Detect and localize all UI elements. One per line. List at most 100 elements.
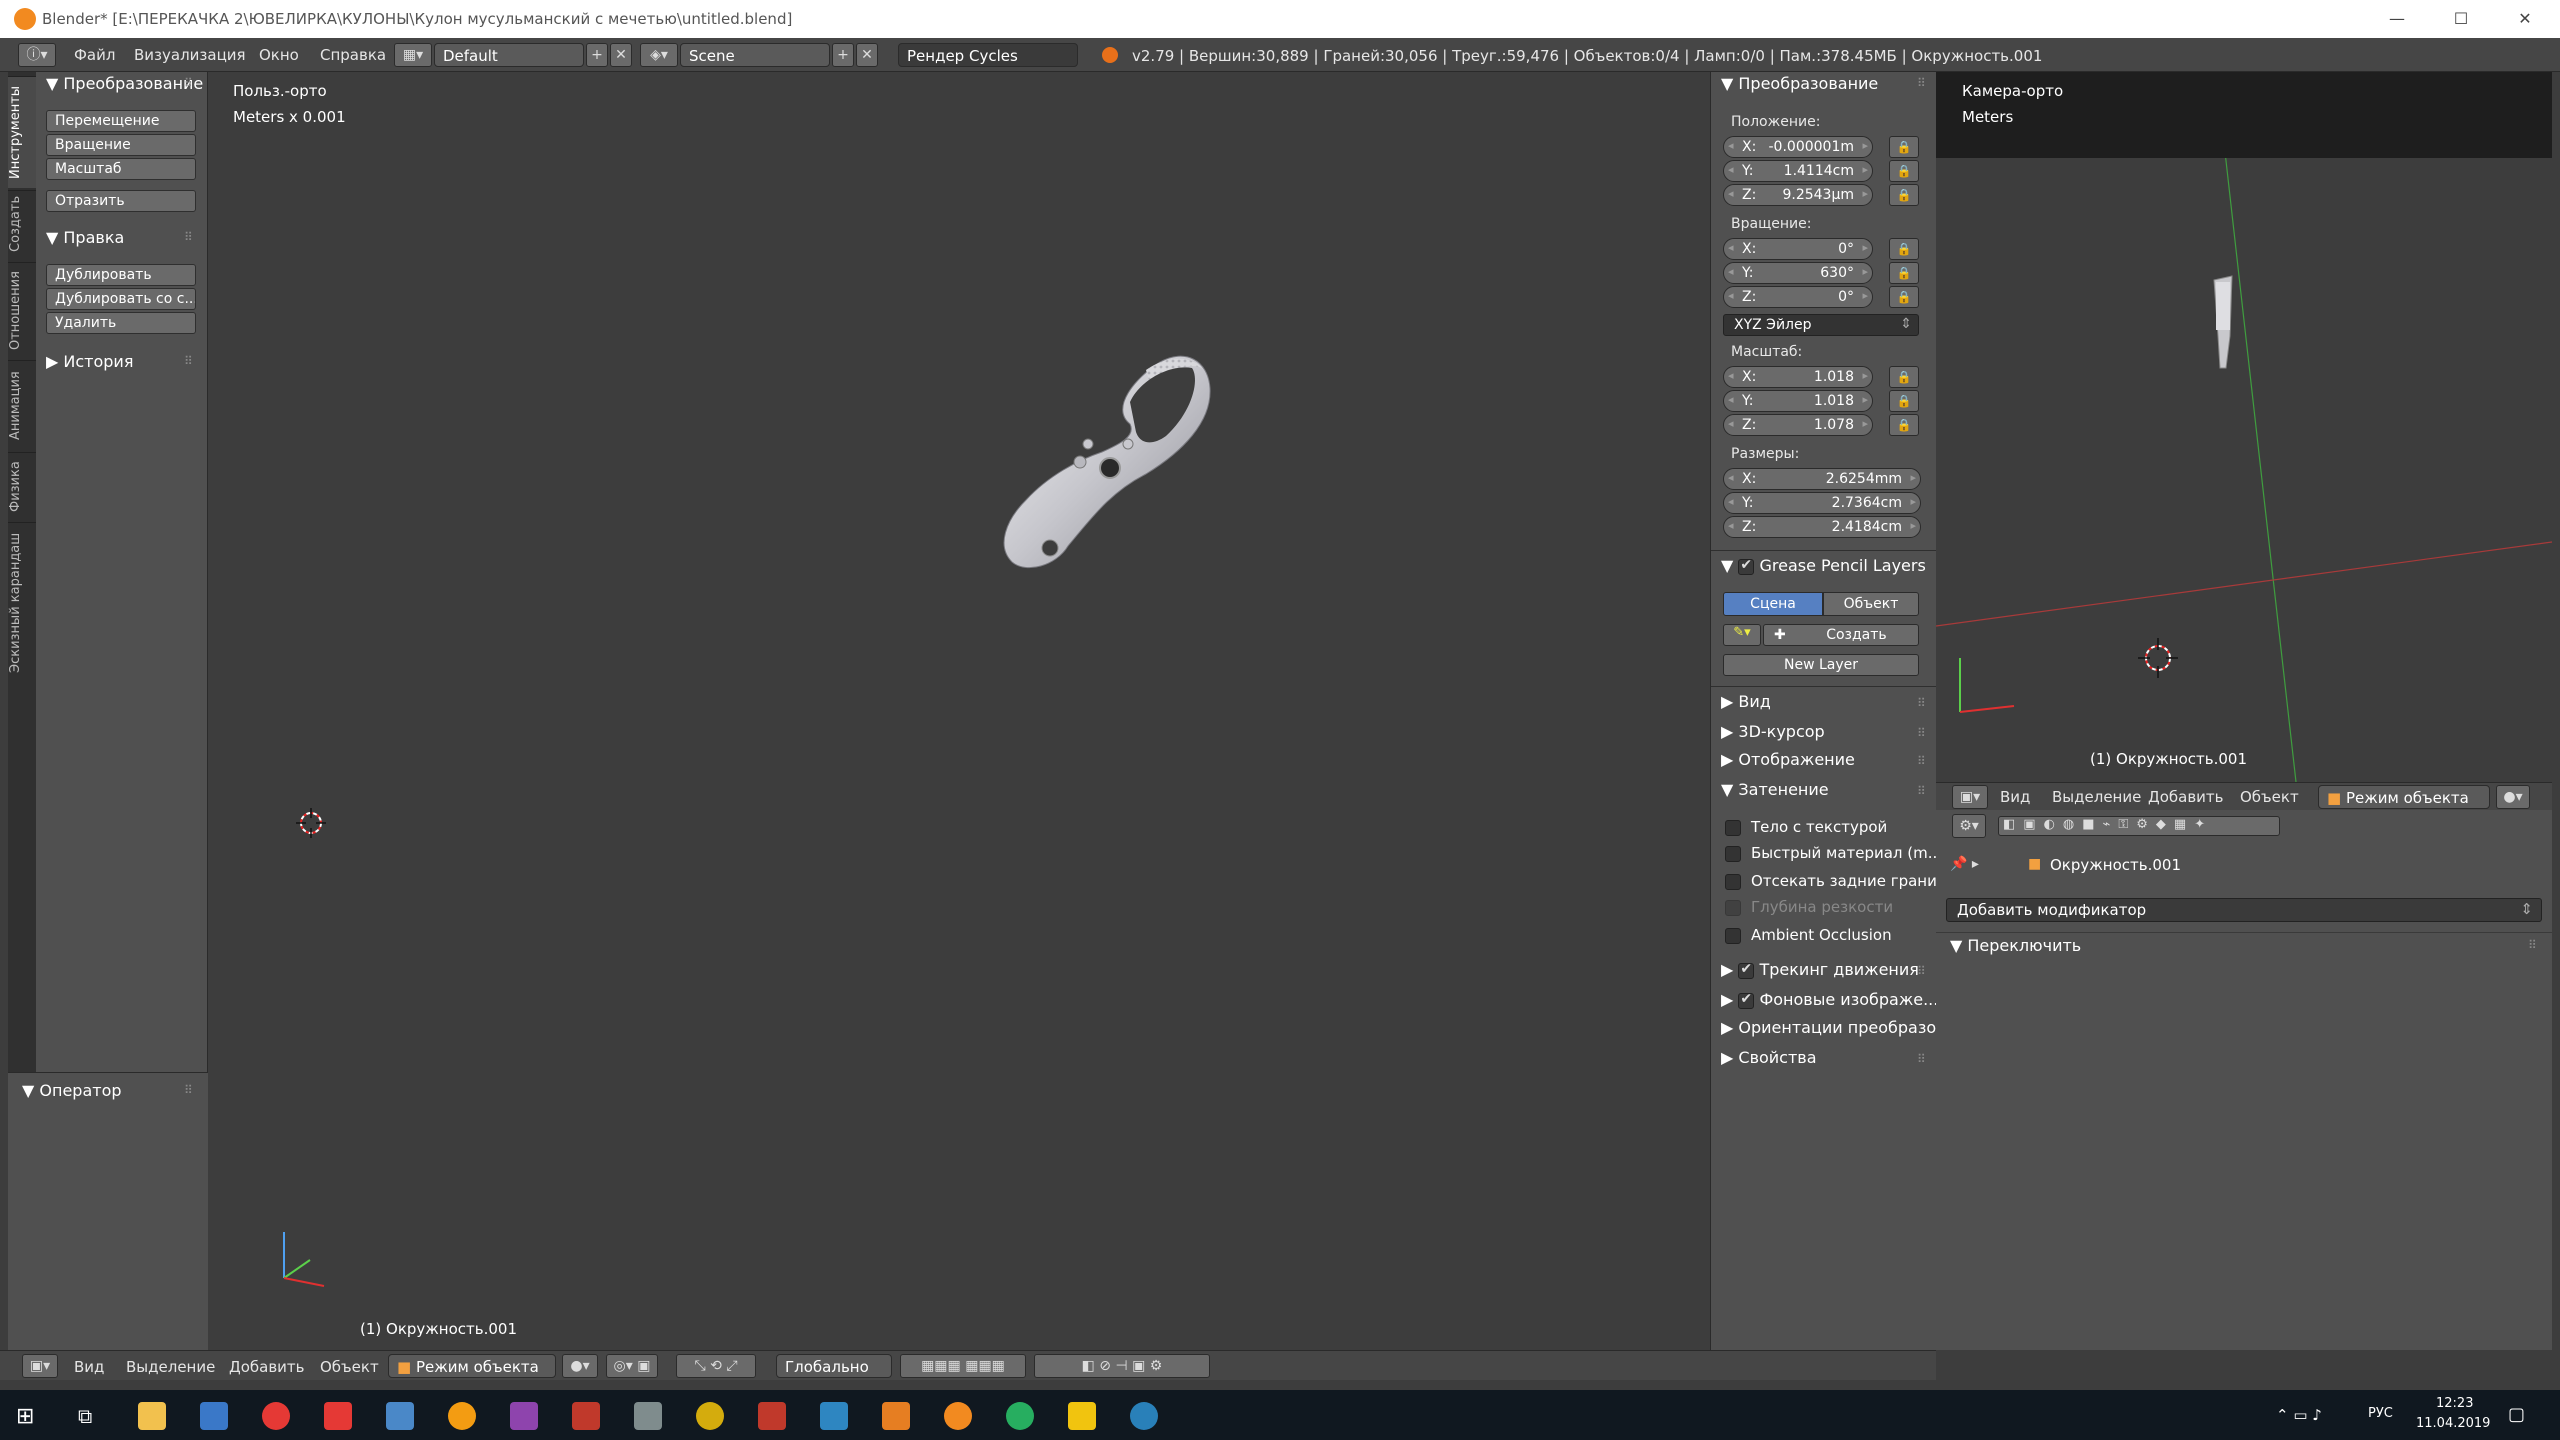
dimension-y-field[interactable]: ◂ Y: 2.7364cm ▸	[1723, 492, 1921, 514]
gp-scene-tab[interactable]: Сцена	[1723, 592, 1823, 616]
delete-button[interactable]: Удалить	[46, 312, 196, 334]
add-layout-icon[interactable]: +	[586, 43, 608, 67]
rotation-y-field[interactable]: ◂ Y: 630° ▸	[1723, 262, 1873, 284]
menu-select[interactable]: Выделение	[2052, 788, 2141, 806]
pin-icon[interactable]: 📌 ▸	[1950, 856, 1979, 872]
drag-grip-icon[interactable]: ⠿	[1917, 696, 1926, 710]
drag-grip-icon[interactable]: ⠿	[1917, 754, 1926, 768]
dimension-z-field[interactable]: ◂ Z: 2.4184cm ▸	[1723, 516, 1921, 538]
location-z-field[interactable]: ◂ Z: 9.2543μm ▸	[1723, 184, 1873, 206]
lock-icon[interactable]: 🔒	[1889, 286, 1919, 308]
language-indicator[interactable]: РУС	[2368, 1406, 2393, 1421]
panel-header-motion-tracking[interactable]: ▶ Трекинг движения	[1721, 960, 1919, 979]
mode-select[interactable]: ■ Режим объекта	[388, 1354, 556, 1378]
remove-layout-icon[interactable]: ✕	[610, 43, 632, 67]
drag-grip-icon[interactable]: ⠿	[1917, 784, 1926, 798]
panel-header-view[interactable]: ▶ Вид	[1721, 692, 1771, 711]
yandex-icon[interactable]	[262, 1402, 290, 1430]
lock-icon[interactable]: 🔒	[1889, 390, 1919, 412]
info-editor-icon[interactable]: ⓘ▾	[18, 43, 56, 67]
scale-z-field[interactable]: ◂ Z: 1.078 ▸	[1723, 414, 1873, 436]
translate-button[interactable]: Перемещение	[46, 110, 196, 132]
depth-of-field-checkbox[interactable]	[1725, 900, 1741, 916]
menu-add[interactable]: Добавить	[229, 1358, 305, 1376]
panel-header-shading[interactable]: ▼ Затенение	[1721, 780, 1829, 799]
drag-grip-icon[interactable]: ⠿	[1917, 1052, 1926, 1066]
menu-window[interactable]: Окно	[259, 46, 299, 64]
menu-help[interactable]: Справка	[320, 46, 386, 64]
drag-grip-icon[interactable]: ⠿	[1917, 726, 1926, 740]
location-y-field[interactable]: ◂ Y: 1.4114cm ▸	[1723, 160, 1873, 182]
tray-icons[interactable]: ⌃ ▭ ♪	[2276, 1406, 2322, 1424]
panel-header-operator[interactable]: ▼ Оператор	[22, 1081, 122, 1100]
duplicate-button[interactable]: Дублировать	[46, 264, 196, 286]
pendant-model[interactable]	[960, 340, 1222, 576]
app-icon[interactable]	[696, 1402, 724, 1430]
grease-pencil-toggle[interactable]	[1738, 557, 1755, 575]
app-icon[interactable]	[386, 1402, 414, 1430]
tab-grease-pencil[interactable]: Эскизный карандаш	[8, 522, 36, 682]
panel-header-transform-orientations[interactable]: ▶ Ориентации преобразо...	[1721, 1018, 1951, 1037]
panel-header-transform-n[interactable]: ▼ Преобразование	[1721, 74, 1878, 93]
menu-object[interactable]: Объект	[2240, 788, 2299, 806]
layers-icon[interactable]: ▦▦▦ ▦▦▦	[900, 1354, 1026, 1378]
editor-type-icon[interactable]: ▣▾	[22, 1354, 58, 1378]
drag-grip-icon[interactable]: ⠿	[1917, 964, 1926, 978]
lock-icon[interactable]: 🔒	[1889, 238, 1919, 260]
panel-header-toggle[interactable]: ▼ Переключить	[1950, 936, 2081, 955]
pencil-icon[interactable]: ✎▾	[1723, 624, 1761, 646]
tab-physics[interactable]: Физика	[8, 452, 36, 520]
3d-cursor-icon[interactable]	[296, 808, 326, 838]
textured-solid-checkbox[interactable]	[1725, 820, 1741, 836]
panel-header-3d-cursor[interactable]: ▶ 3D-курсор	[1721, 722, 1825, 741]
panel-header-edit[interactable]: ▼ Правка	[46, 228, 124, 247]
app-icon[interactable]	[510, 1402, 538, 1430]
lock-icon[interactable]: 🔒	[1889, 366, 1919, 388]
drag-grip-icon[interactable]: ⠿	[1917, 76, 1926, 90]
app-icon[interactable]	[572, 1402, 600, 1430]
backface-culling-checkbox[interactable]	[1725, 874, 1741, 890]
mirror-button[interactable]: Отразить	[46, 190, 196, 212]
file-explorer-icon[interactable]	[138, 1402, 166, 1430]
clock-time[interactable]: 12:23	[2436, 1396, 2473, 1411]
gp-new-layer-button[interactable]: New Layer	[1723, 654, 1919, 676]
manipulator-icons[interactable]: ⤡ ⟲ ⤢	[676, 1354, 756, 1378]
panel-header-transform[interactable]: ▼ Преобразование	[46, 74, 203, 93]
tab-create[interactable]: Создать	[8, 190, 36, 260]
clock-date[interactable]: 11.04.2019	[2416, 1416, 2490, 1431]
scale-x-field[interactable]: ◂ X: 1.018 ▸	[1723, 366, 1873, 388]
orientation-select[interactable]: Глобально	[776, 1354, 892, 1378]
start-icon[interactable]: ⊞	[16, 1404, 34, 1429]
rotate-button[interactable]: Вращение	[46, 134, 196, 156]
panel-header-background-images[interactable]: ▶ Фоновые изображе...	[1721, 990, 1938, 1009]
properties-editor-icon[interactable]: ⚙▾	[1952, 814, 1986, 838]
layout-icon[interactable]: ▦▾	[394, 43, 432, 67]
lock-icon[interactable]: 🔒	[1889, 262, 1919, 284]
drag-grip-icon[interactable]: ⠿	[184, 76, 193, 90]
app-icon[interactable]	[1068, 1402, 1096, 1430]
maximize-button[interactable]: ☐	[2430, 0, 2492, 38]
panel-header-properties[interactable]: ▶ Свойства	[1721, 1048, 1817, 1067]
matcap-checkbox[interactable]	[1725, 846, 1741, 862]
scene-field[interactable]: Scene	[680, 43, 830, 67]
gp-create-button[interactable]: ✚ Создать	[1763, 624, 1919, 646]
panel-header-grease-pencil[interactable]: ▼ Grease Pencil Layers	[1721, 556, 1926, 575]
app-icon[interactable]	[448, 1402, 476, 1430]
rotation-z-field[interactable]: ◂ Z: 0° ▸	[1723, 286, 1873, 308]
dimension-x-field[interactable]: ◂ X: 2.6254mm ▸	[1723, 468, 1921, 490]
app-icon[interactable]	[200, 1402, 228, 1430]
tab-relations[interactable]: Отношения	[8, 262, 36, 358]
app-icon[interactable]	[634, 1402, 662, 1430]
scene-icon[interactable]: ◈▾	[640, 43, 678, 67]
menu-add[interactable]: Добавить	[2148, 788, 2224, 806]
drag-grip-icon[interactable]: ⠿	[2528, 938, 2537, 952]
3d-cursor-icon[interactable]	[2138, 638, 2178, 678]
ambient-occlusion-checkbox[interactable]	[1725, 928, 1741, 944]
motion-tracking-toggle[interactable]	[1738, 961, 1755, 979]
yandex-browser-icon[interactable]	[324, 1402, 352, 1430]
scale-y-field[interactable]: ◂ Y: 1.018 ▸	[1723, 390, 1873, 412]
shading-icon[interactable]: ●▾	[2496, 785, 2530, 809]
render-engine-select[interactable]: Рендер Cycles	[898, 43, 1078, 67]
panel-header-display[interactable]: ▶ Отображение	[1721, 750, 1855, 769]
add-scene-icon[interactable]: +	[832, 43, 854, 67]
